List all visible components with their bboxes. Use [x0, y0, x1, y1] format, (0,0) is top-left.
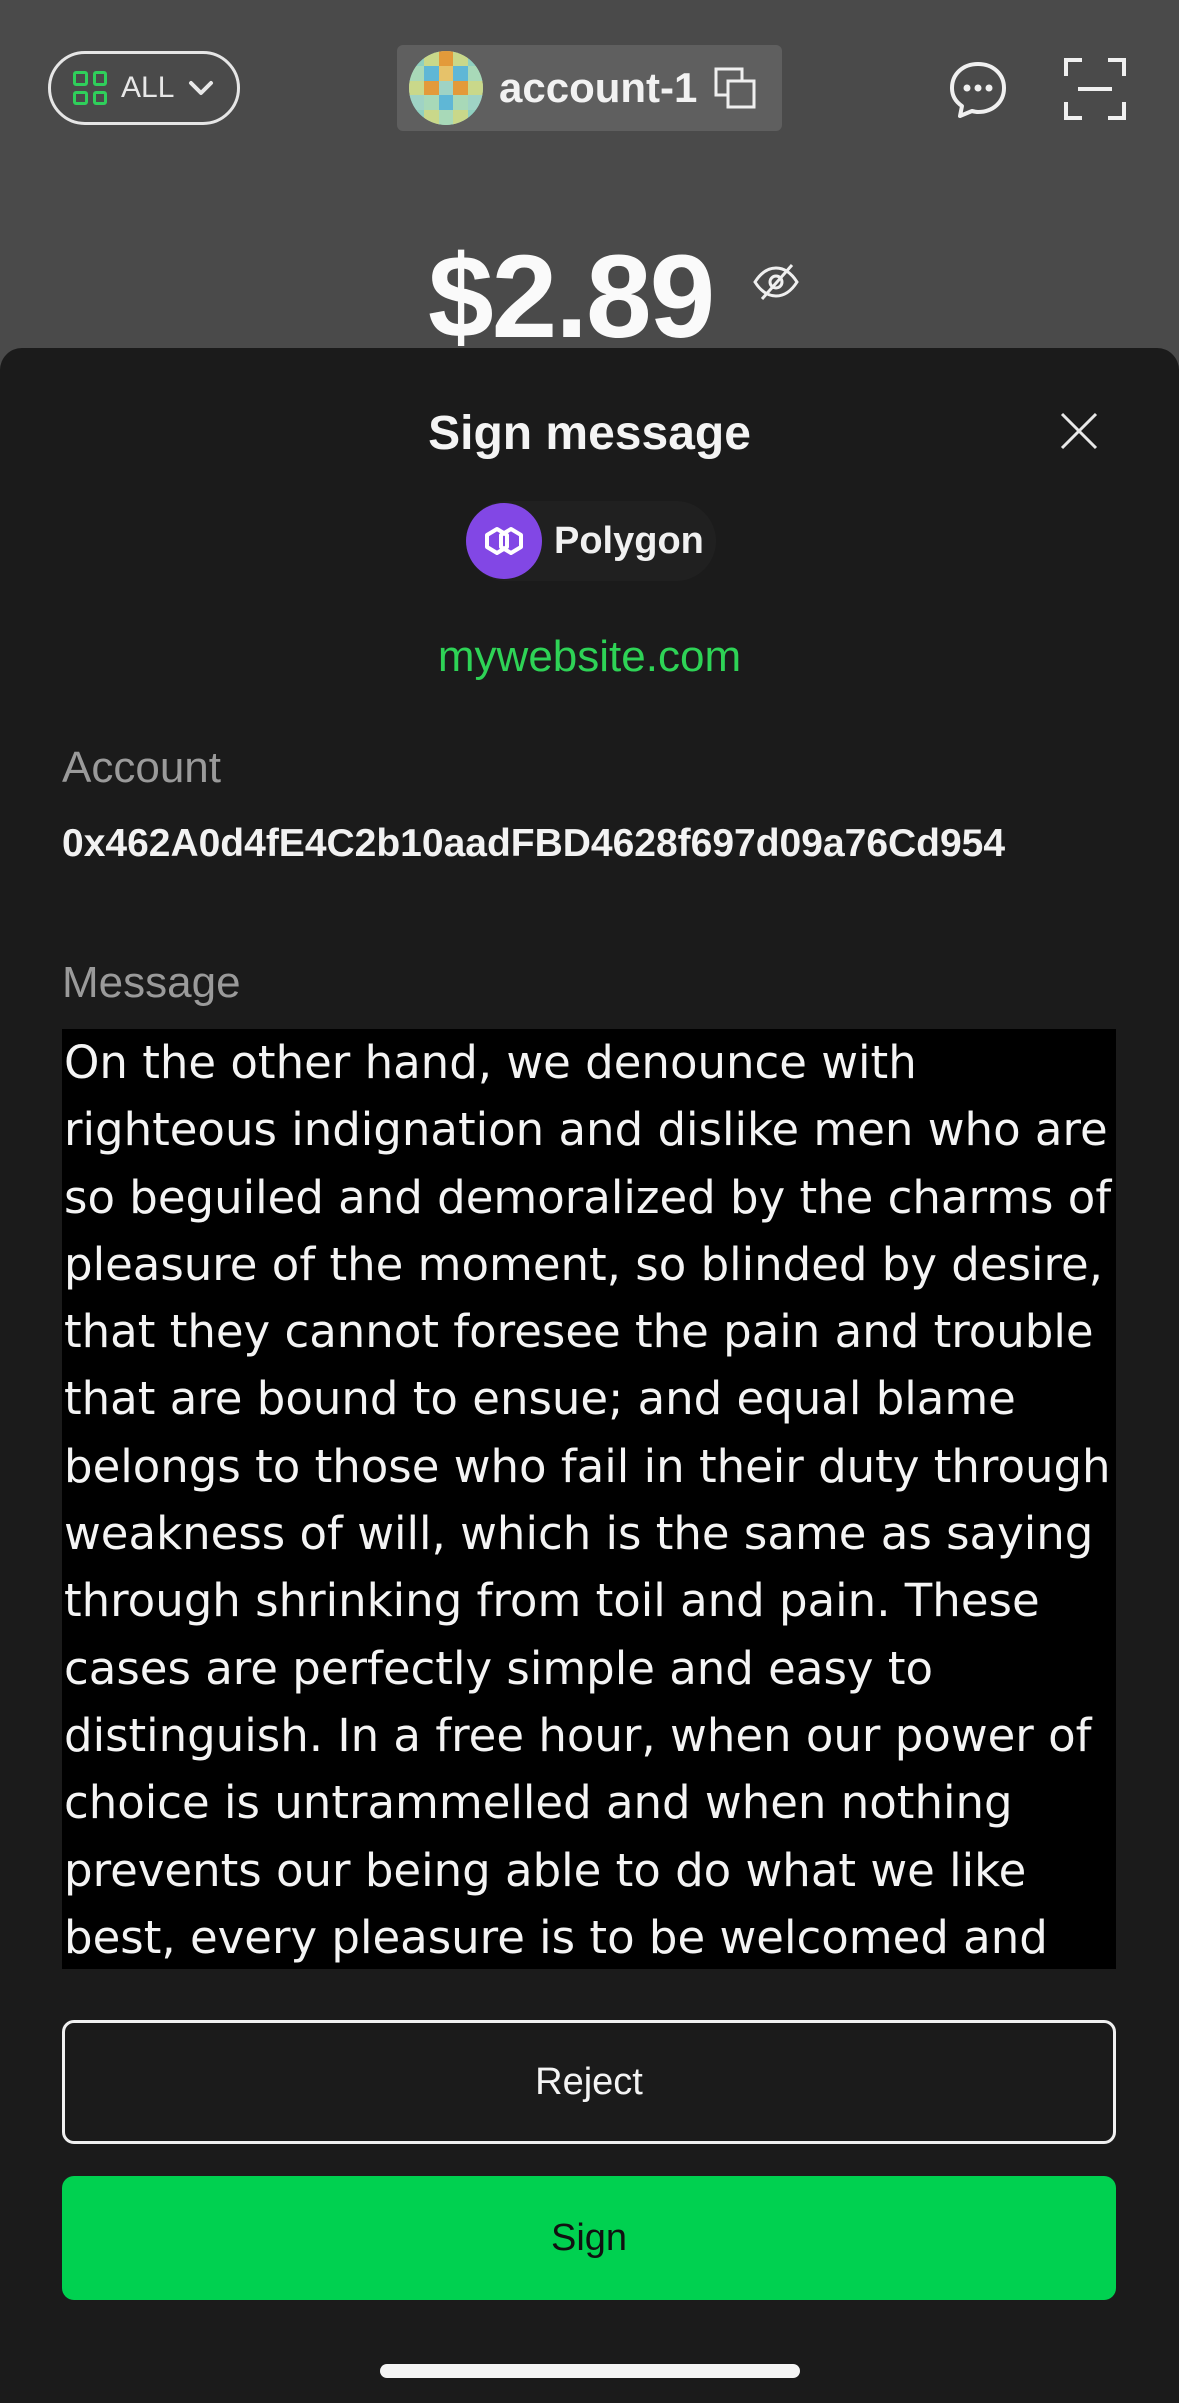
grid-icon [73, 71, 107, 105]
reject-button[interactable]: Reject [62, 2020, 1116, 2144]
message-line: belongs to those who fail in their duty … [64, 1439, 1111, 1493]
avatar [409, 51, 483, 125]
balance-amount: $2.89 [428, 231, 715, 363]
sheet-title: Sign message [428, 407, 751, 460]
network-filter-label: ALL [121, 71, 175, 104]
chevron-down-icon [189, 81, 214, 95]
message-line: On the other hand, we denounce with [64, 1036, 917, 1089]
account-label: Account [62, 743, 221, 792]
message-line: distinguish. In a free hour, when our po… [64, 1708, 1092, 1762]
message-line: best, every pleasure is to be welcomed a… [64, 1910, 1048, 1964]
message-line: that are bound to ensue; and equal blame [64, 1372, 1016, 1426]
account-switcher[interactable]: account-1 [397, 45, 782, 131]
chat-bubble-icon[interactable] [948, 60, 1008, 120]
message-line: pleasure of the moment, so blinded by de… [64, 1237, 1103, 1291]
message-line: through shrinking from toil and pain. Th… [64, 1574, 1040, 1628]
message-line: choice is untrammelled and when nothing [64, 1776, 1013, 1830]
copy-icon[interactable] [713, 66, 757, 110]
message-line: righteous indignation and dislike men wh… [64, 1103, 1108, 1157]
account-name: account-1 [499, 64, 698, 111]
eye-off-icon[interactable] [752, 262, 800, 302]
wallet-header: ALL account-1 [0, 0, 1179, 180]
chain-badge: Polygon [466, 501, 716, 581]
message-text: On the other hand, we denounce with right… [62, 1029, 1116, 1969]
requesting-site: mywebsite.com [437, 632, 742, 681]
sign-button[interactable]: Sign [62, 2176, 1116, 2300]
close-icon[interactable] [1058, 410, 1100, 452]
message-label: Message [62, 958, 241, 1007]
message-line: so beguiled and demoralized by the charm… [64, 1170, 1112, 1224]
network-filter-button[interactable]: ALL [48, 51, 240, 125]
home-indicator [380, 2364, 800, 2378]
chain-name: Polygon [554, 519, 704, 562]
message-line: prevents our being able to do what we li… [64, 1843, 1027, 1897]
account-address: 0x462A0d4fE4C2b10aadFBD4628f697d09a76Cd9… [62, 822, 1006, 865]
polygon-logo-icon [466, 503, 542, 579]
message-box[interactable]: On the other hand, we denounce with right… [62, 1029, 1116, 1969]
scan-icon[interactable] [1064, 58, 1126, 120]
sign-message-sheet: Sign message Polygon mywebsite.com Accou… [0, 348, 1179, 2403]
message-line: that they cannot foresee the pain and tr… [64, 1305, 1094, 1359]
message-line: cases are perfectly simple and easy to [64, 1641, 933, 1695]
message-line: weakness of will, which is the same as s… [64, 1507, 1094, 1561]
